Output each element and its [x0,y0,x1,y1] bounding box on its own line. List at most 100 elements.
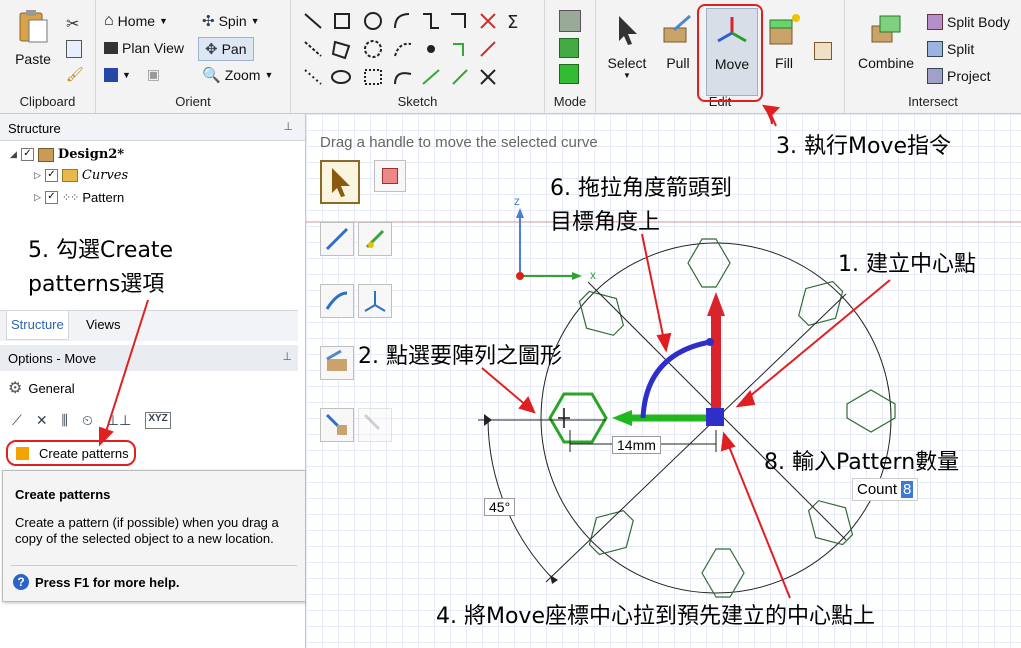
point-tool-icon [427,45,435,53]
annotation-step-6: 6. 拖拉角度箭頭到 目標角度上 [550,172,732,240]
split-button[interactable]: Split [927,41,974,57]
split-label: Split [947,41,975,57]
split-body-button[interactable]: Split Body [927,14,1010,30]
three-point-circle-icon [364,40,382,58]
annotation-step-6-line1: 6. 拖拉角度箭頭到 [550,176,732,201]
split-line-icon [480,69,496,85]
tab-views[interactable]: Views [86,311,120,339]
plan-view-label: Plan View [122,40,185,56]
pull-label: Pull [666,55,690,71]
annotation-step-3: 3. 執行Move指令 [776,134,951,159]
split-icon [927,41,943,57]
options-header: Options - Move ⊥ [0,345,298,371]
pan-button[interactable]: ✥ Pan [198,37,254,61]
fill-option-icon[interactable] [814,42,832,60]
create-patterns-label: Create patterns [39,445,129,461]
polygon-dashed-icon [364,69,382,85]
rectangle-tool-icon [334,13,350,29]
annotation-step-5-line2: patterns選項 [28,272,165,297]
collapse-icon[interactable]: ◢ [10,149,17,160]
pin-icon[interactable]: ⊥ [282,350,292,363]
spin-label: Spin [218,13,247,29]
structure-tabs: Structure Views [0,310,298,341]
pan-label: Pan [221,41,247,57]
count-value[interactable]: 8 [901,481,914,498]
tree-item-design[interactable]: ◢ ✓ Design2* [10,147,124,162]
fill-icon [769,14,800,45]
intersect-group: Combine Split Body Split Project Interse… [845,0,1021,113]
count-input[interactable]: Count 8 [852,478,919,501]
visibility-checkbox[interactable]: ✓ [44,191,58,204]
spin-button[interactable]: ✣ Spin ▼ [202,12,260,30]
create-patterns-option[interactable]: Create patterns [6,440,136,466]
dimension-angle[interactable]: 45° [484,498,516,516]
visibility-checkbox[interactable]: ✓ [20,148,34,161]
xyz-icon[interactable]: XYZ [145,412,171,429]
annotation-step-6-line2: 目標角度上 [550,210,661,235]
3d-mode-icon[interactable] [559,64,579,84]
sketch-mode-icon[interactable] [559,10,581,32]
view-cube-button[interactable]: ▼ ▣ [104,66,160,83]
zoom-button[interactable]: 🔍 Zoom ▼ [202,66,273,84]
expand-icon[interactable]: ▷ [34,170,41,181]
dimension-icon[interactable]: ⊥⊥ [107,412,131,429]
sweep-arc-icon [394,72,412,85]
visibility-checkbox[interactable]: ✓ [44,169,58,182]
format-painter-icon[interactable]: 🖌 [66,66,84,83]
spline-tool-icon [304,69,322,85]
copy-icon[interactable] [66,40,82,58]
paste-label: Paste [15,51,51,67]
tangent-arc-icon [394,42,412,57]
curves-label: Curves [81,168,129,183]
polygon-tool-icon [331,40,351,60]
intersect-label: Intersect [908,94,958,109]
combine-button[interactable]: Combine [853,12,919,71]
cube-icon [104,67,118,82]
pull-button[interactable]: Pull [656,12,700,71]
pan-icon: ✥ [205,41,218,58]
anchor-icon[interactable]: ⟋ [12,412,22,429]
pattern-label: Pattern [82,190,125,205]
combine-label: Combine [857,55,915,71]
select-button[interactable]: Select ▼ [602,12,652,80]
paste-button[interactable]: Paste [10,8,56,67]
corner-tool-icon [451,13,466,28]
general-section[interactable]: ⚙ General [8,378,75,398]
move-along-icon[interactable]: ✕ [36,412,48,429]
mode-group: Mode [545,0,596,113]
plan-view-button[interactable]: Plan View [104,40,184,56]
project-button[interactable]: Project [927,68,991,84]
chevron-down-icon: ▼ [122,69,131,80]
construction-line-icon [304,41,322,57]
offset-tool-icon [453,43,464,56]
ruler-icon[interactable]: ⫼ [62,412,68,429]
tree-item-pattern[interactable]: ▷ ✓ ⁘⁘ Pattern [34,190,124,205]
help-icon: ? [13,574,29,590]
expand-icon[interactable]: ▷ [34,192,41,203]
zoom-label: Zoom [224,67,261,83]
axis-x-label: x [590,268,596,282]
home-button[interactable]: ⌂ Home ▼ [104,12,168,30]
trim-tool-icon [480,13,496,29]
section-mode-icon[interactable] [559,38,579,58]
general-label: General [28,380,75,396]
move-highlight [697,4,763,102]
pin-icon[interactable]: ⊥ [283,120,293,133]
dimension-length[interactable]: 14mm [612,436,661,454]
tree-item-curves[interactable]: ▷ ✓ Curves [34,168,128,183]
tab-structure[interactable]: Structure [6,311,69,340]
create-patterns-checkbox[interactable] [16,446,29,460]
project-tool-icon [422,69,440,85]
gear-icon: ⚙ [8,380,23,397]
ellipse-tool-icon [331,70,351,84]
tab-structure-label: Structure [11,317,64,332]
design-canvas[interactable]: Drag a handle to move the selected curve [306,114,1021,648]
home-icon: ⌂ [104,12,114,29]
cut-icon[interactable]: ✂ [66,14,79,34]
fill-button[interactable]: Fill [762,12,806,71]
annotation-step-5-line1: 5. 勾選Create [28,238,174,263]
left-panel: Structure ⊥ ◢ ✓ Design2* ▷ ✓ Curves ▷ ✓ … [0,114,306,648]
sketch-tools-grid[interactable]: Σ [291,4,544,94]
split-body-icon [927,14,943,30]
clock-icon[interactable]: ⏲ [82,412,93,429]
